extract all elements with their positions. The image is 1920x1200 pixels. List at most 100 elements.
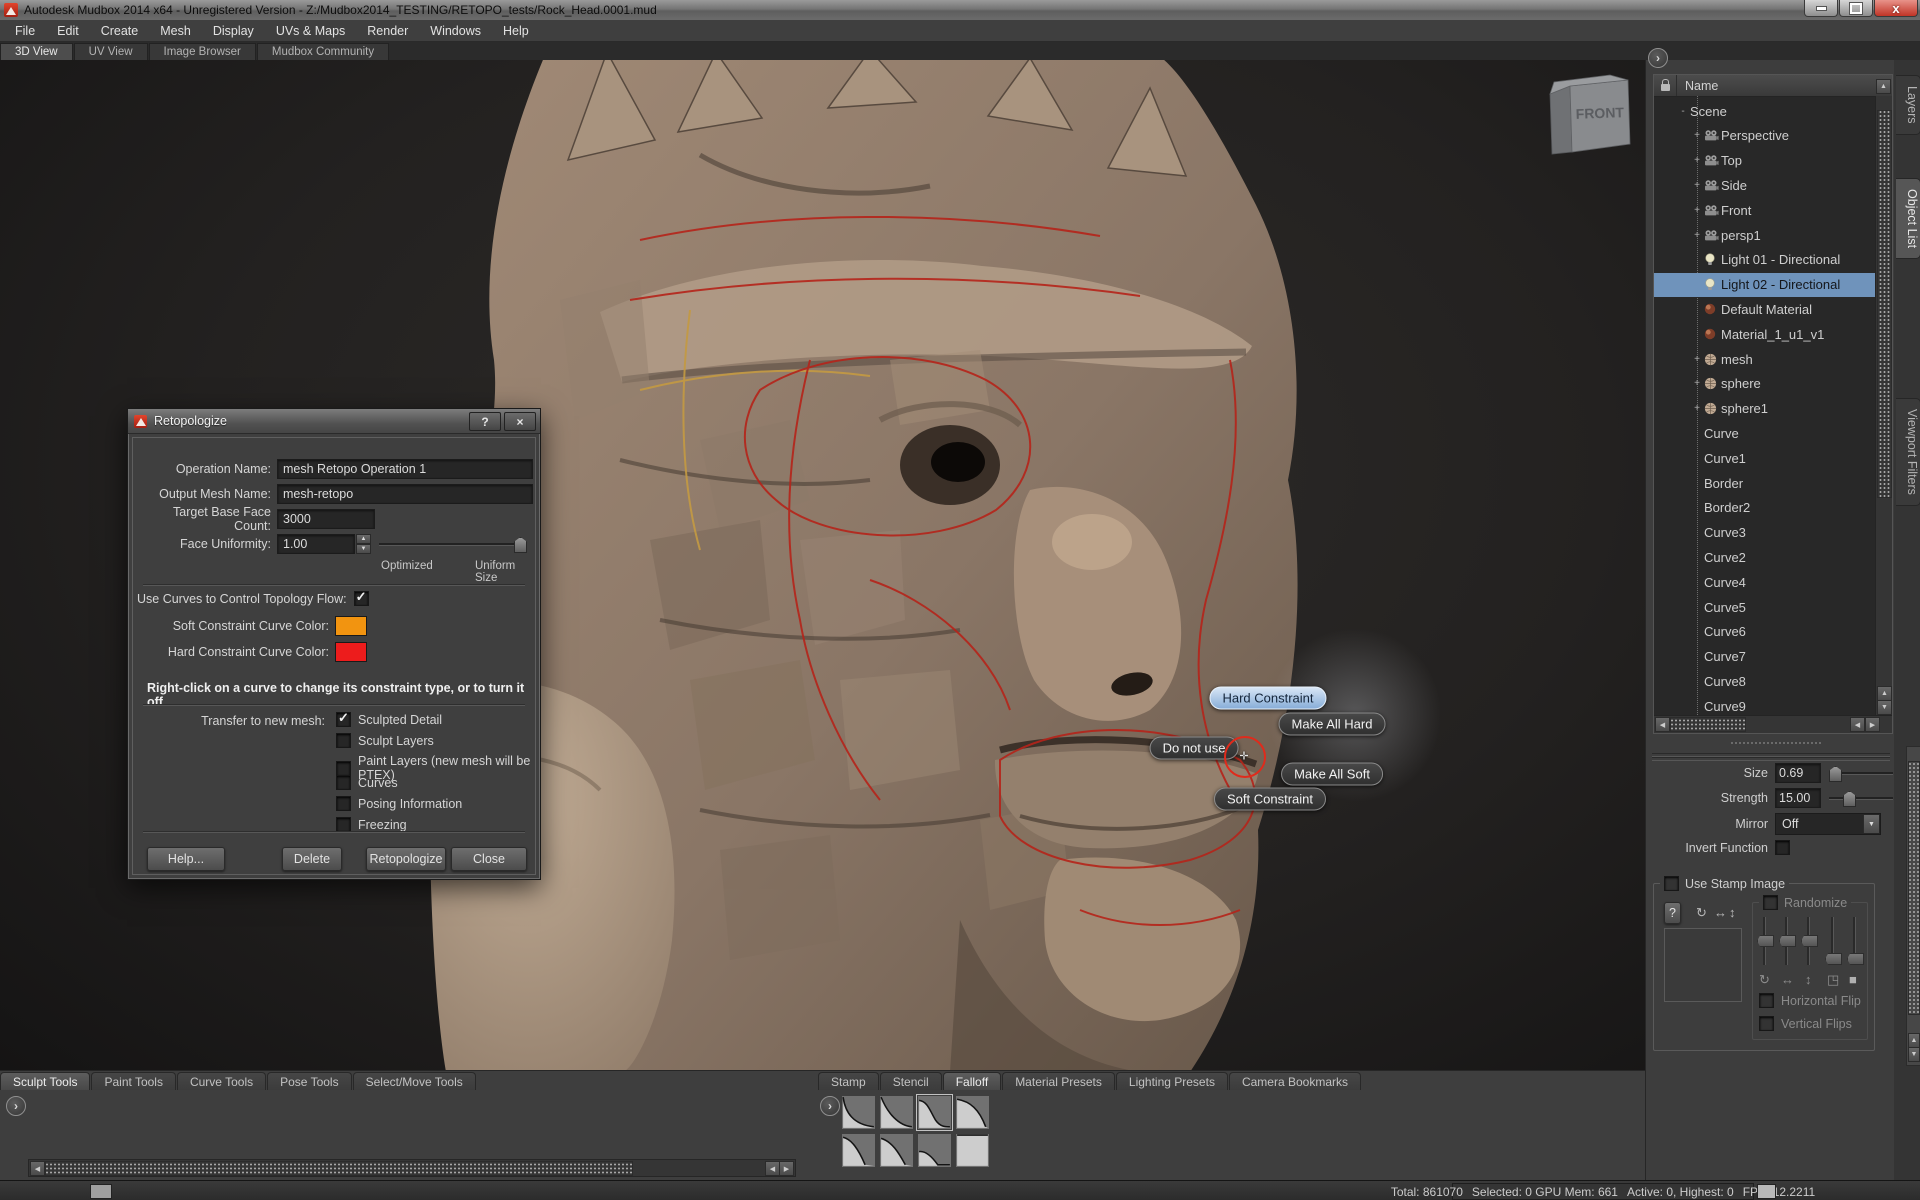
scroll-up-button[interactable]: ▲ [1908, 1033, 1920, 1048]
slider-handle[interactable] [514, 537, 527, 553]
tree-row-scene[interactable]: -Scene [1654, 99, 1876, 123]
horizontal-range-icon[interactable]: ↔ [1781, 973, 1794, 986]
chevron-down-icon[interactable]: ▼ [1863, 815, 1879, 833]
output-mesh-name-input[interactable] [277, 484, 533, 504]
object-list-horizontal-scrollbar[interactable]: ◀ ◀ ▶ [1654, 715, 1892, 733]
vertical-scroll-thumb[interactable] [1877, 110, 1892, 498]
random-slider-handle[interactable] [1757, 935, 1774, 947]
dialog-help-button[interactable]: ? [469, 412, 501, 431]
checkbox-sculpt-layers[interactable] [336, 733, 351, 748]
expander-icon[interactable]: + [1692, 354, 1702, 365]
restore-button[interactable] [1839, 0, 1873, 17]
strength-input[interactable] [1775, 788, 1821, 808]
mirror-dropdown[interactable]: Off ▼ [1775, 813, 1881, 835]
tab-stamp[interactable]: Stamp [818, 1072, 879, 1090]
retopologize-button[interactable]: Retopologize [366, 847, 446, 871]
use-stamp-image-checkbox[interactable] [1664, 876, 1679, 891]
dialog-close-button[interactable]: × [504, 412, 536, 431]
tab-lighting-presets[interactable]: Lighting Presets [1116, 1072, 1228, 1090]
tab-object-list[interactable]: Object List [1896, 178, 1920, 259]
falloff-dome-steep[interactable] [842, 1134, 875, 1167]
hard-constraint-color-swatch[interactable] [335, 642, 367, 662]
scroll-left-button[interactable]: ◀ [765, 1161, 780, 1176]
size-input[interactable] [1775, 763, 1821, 783]
tree-row-curve8[interactable]: Curve8 [1654, 669, 1876, 693]
tree-row-material-1-u1-v1[interactable]: Material_1_u1_v1 [1654, 322, 1876, 346]
face-uniformity-slider[interactable] [379, 537, 527, 551]
tree-row-border[interactable]: Border [1654, 471, 1876, 495]
name-column-header[interactable]: Name [1677, 79, 1718, 93]
expander-icon[interactable]: + [1692, 378, 1702, 389]
scroll-up-button[interactable]: ▲ [1876, 79, 1891, 94]
tree-row-top[interactable]: +Top [1654, 149, 1876, 173]
stamp-preview[interactable] [1664, 928, 1742, 1002]
face-uniformity-input[interactable] [277, 534, 355, 554]
vertical-range-icon[interactable]: ↕ [1805, 973, 1812, 986]
panel-splitter[interactable] [1731, 742, 1821, 749]
menu-item-make-all-soft[interactable]: Make All Soft [1281, 763, 1383, 786]
face-uniformity-spinner[interactable]: ▲ ▼ [356, 534, 371, 554]
title-bar[interactable]: Autodesk Mudbox 2014 x64 - Unregistered … [0, 0, 1920, 20]
falloff-concave[interactable] [880, 1096, 913, 1129]
menu-display[interactable]: Display [202, 22, 265, 40]
object-list-vertical-scrollbar[interactable]: ▲ ▼ [1875, 96, 1892, 715]
dialog-title-bar[interactable]: Retopologize ? × [128, 409, 540, 434]
viewtab-3d-view[interactable]: 3D View [0, 43, 73, 60]
size-slider-handle[interactable] [1829, 766, 1842, 782]
falloff-dome-mid[interactable] [880, 1134, 913, 1167]
menu-create[interactable]: Create [90, 22, 150, 40]
tab-select-move-tools[interactable]: Select/Move Tools [353, 1072, 476, 1090]
scroll-right-button[interactable]: ▶ [1865, 717, 1880, 732]
expander-icon[interactable]: + [1692, 403, 1702, 414]
scroll-down-button[interactable]: ▼ [1908, 1047, 1920, 1062]
tree-row-curve3[interactable]: Curve3 [1654, 521, 1876, 545]
falloff-dome[interactable] [956, 1096, 989, 1129]
tree-row-curve9[interactable]: Curve9 [1654, 694, 1876, 715]
status-resize-grip[interactable] [90, 1184, 112, 1199]
strength-slider[interactable] [1829, 791, 1893, 805]
tab-pose-tools[interactable]: Pose Tools [267, 1072, 351, 1090]
spinner-up-icon[interactable]: ▲ [356, 534, 371, 544]
tree-row-curve7[interactable]: Curve7 [1654, 645, 1876, 669]
flip-horizontal-icon[interactable]: ↔ [1714, 906, 1727, 919]
tree-row-default-material[interactable]: Default Material [1654, 297, 1876, 321]
viewtab-mudbox-community[interactable]: Mudbox Community [257, 43, 389, 60]
use-curves-checkbox[interactable] [354, 591, 369, 606]
tree-row-curve4[interactable]: Curve4 [1654, 570, 1876, 594]
falloff-constant[interactable] [956, 1134, 989, 1167]
invert-function-checkbox[interactable] [1775, 840, 1790, 855]
lock-column-button[interactable] [1654, 75, 1677, 96]
tool-tray-expand-button[interactable]: › [6, 1096, 26, 1116]
tool-tray-scrollbar[interactable]: ◀ ◀ ▶ [28, 1159, 796, 1177]
rotate-icon[interactable]: ↻ [1759, 973, 1770, 986]
tree-row-border2[interactable]: Border2 [1654, 496, 1876, 520]
random-slider-handle[interactable] [1801, 935, 1818, 947]
scroll-left-button[interactable]: ◀ [30, 1161, 45, 1176]
checkbox-posing-information[interactable] [336, 796, 351, 811]
rotate-icon[interactable]: ↻ [1696, 906, 1707, 919]
expander-icon[interactable]: + [1692, 180, 1702, 191]
expander-icon[interactable]: + [1692, 155, 1702, 166]
operation-name-input[interactable] [277, 459, 533, 479]
scroll-right-button[interactable]: ▶ [779, 1161, 794, 1176]
tab-paint-tools[interactable]: Paint Tools [91, 1072, 175, 1090]
scroll-left-button[interactable]: ◀ [1655, 717, 1670, 732]
close-button[interactable]: x [1874, 0, 1918, 17]
flip-vertical-icon[interactable]: ↕ [1729, 906, 1736, 919]
tree-row-curve1[interactable]: Curve1 [1654, 446, 1876, 470]
soft-constraint-color-swatch[interactable] [335, 616, 367, 636]
menu-item-make-all-hard[interactable]: Make All Hard [1279, 713, 1386, 736]
random-slider-handle[interactable] [1847, 953, 1864, 965]
menu-uvs-maps[interactable]: UVs & Maps [265, 22, 356, 40]
tree-row-curve6[interactable]: Curve6 [1654, 620, 1876, 644]
randomize-checkbox[interactable] [1763, 895, 1778, 910]
stamp-help-button[interactable]: ? [1664, 902, 1681, 924]
tab-curve-tools[interactable]: Curve Tools [177, 1072, 266, 1090]
menu-file[interactable]: File [4, 22, 46, 40]
target-face-count-input[interactable] [277, 509, 375, 529]
spinner-down-icon[interactable]: ▼ [356, 544, 371, 554]
viewtab-uv-view[interactable]: UV View [74, 43, 148, 60]
strength-slider-handle[interactable] [1843, 791, 1856, 807]
random-slider-handle[interactable] [1779, 935, 1796, 947]
help-button[interactable]: Help... [147, 847, 225, 871]
